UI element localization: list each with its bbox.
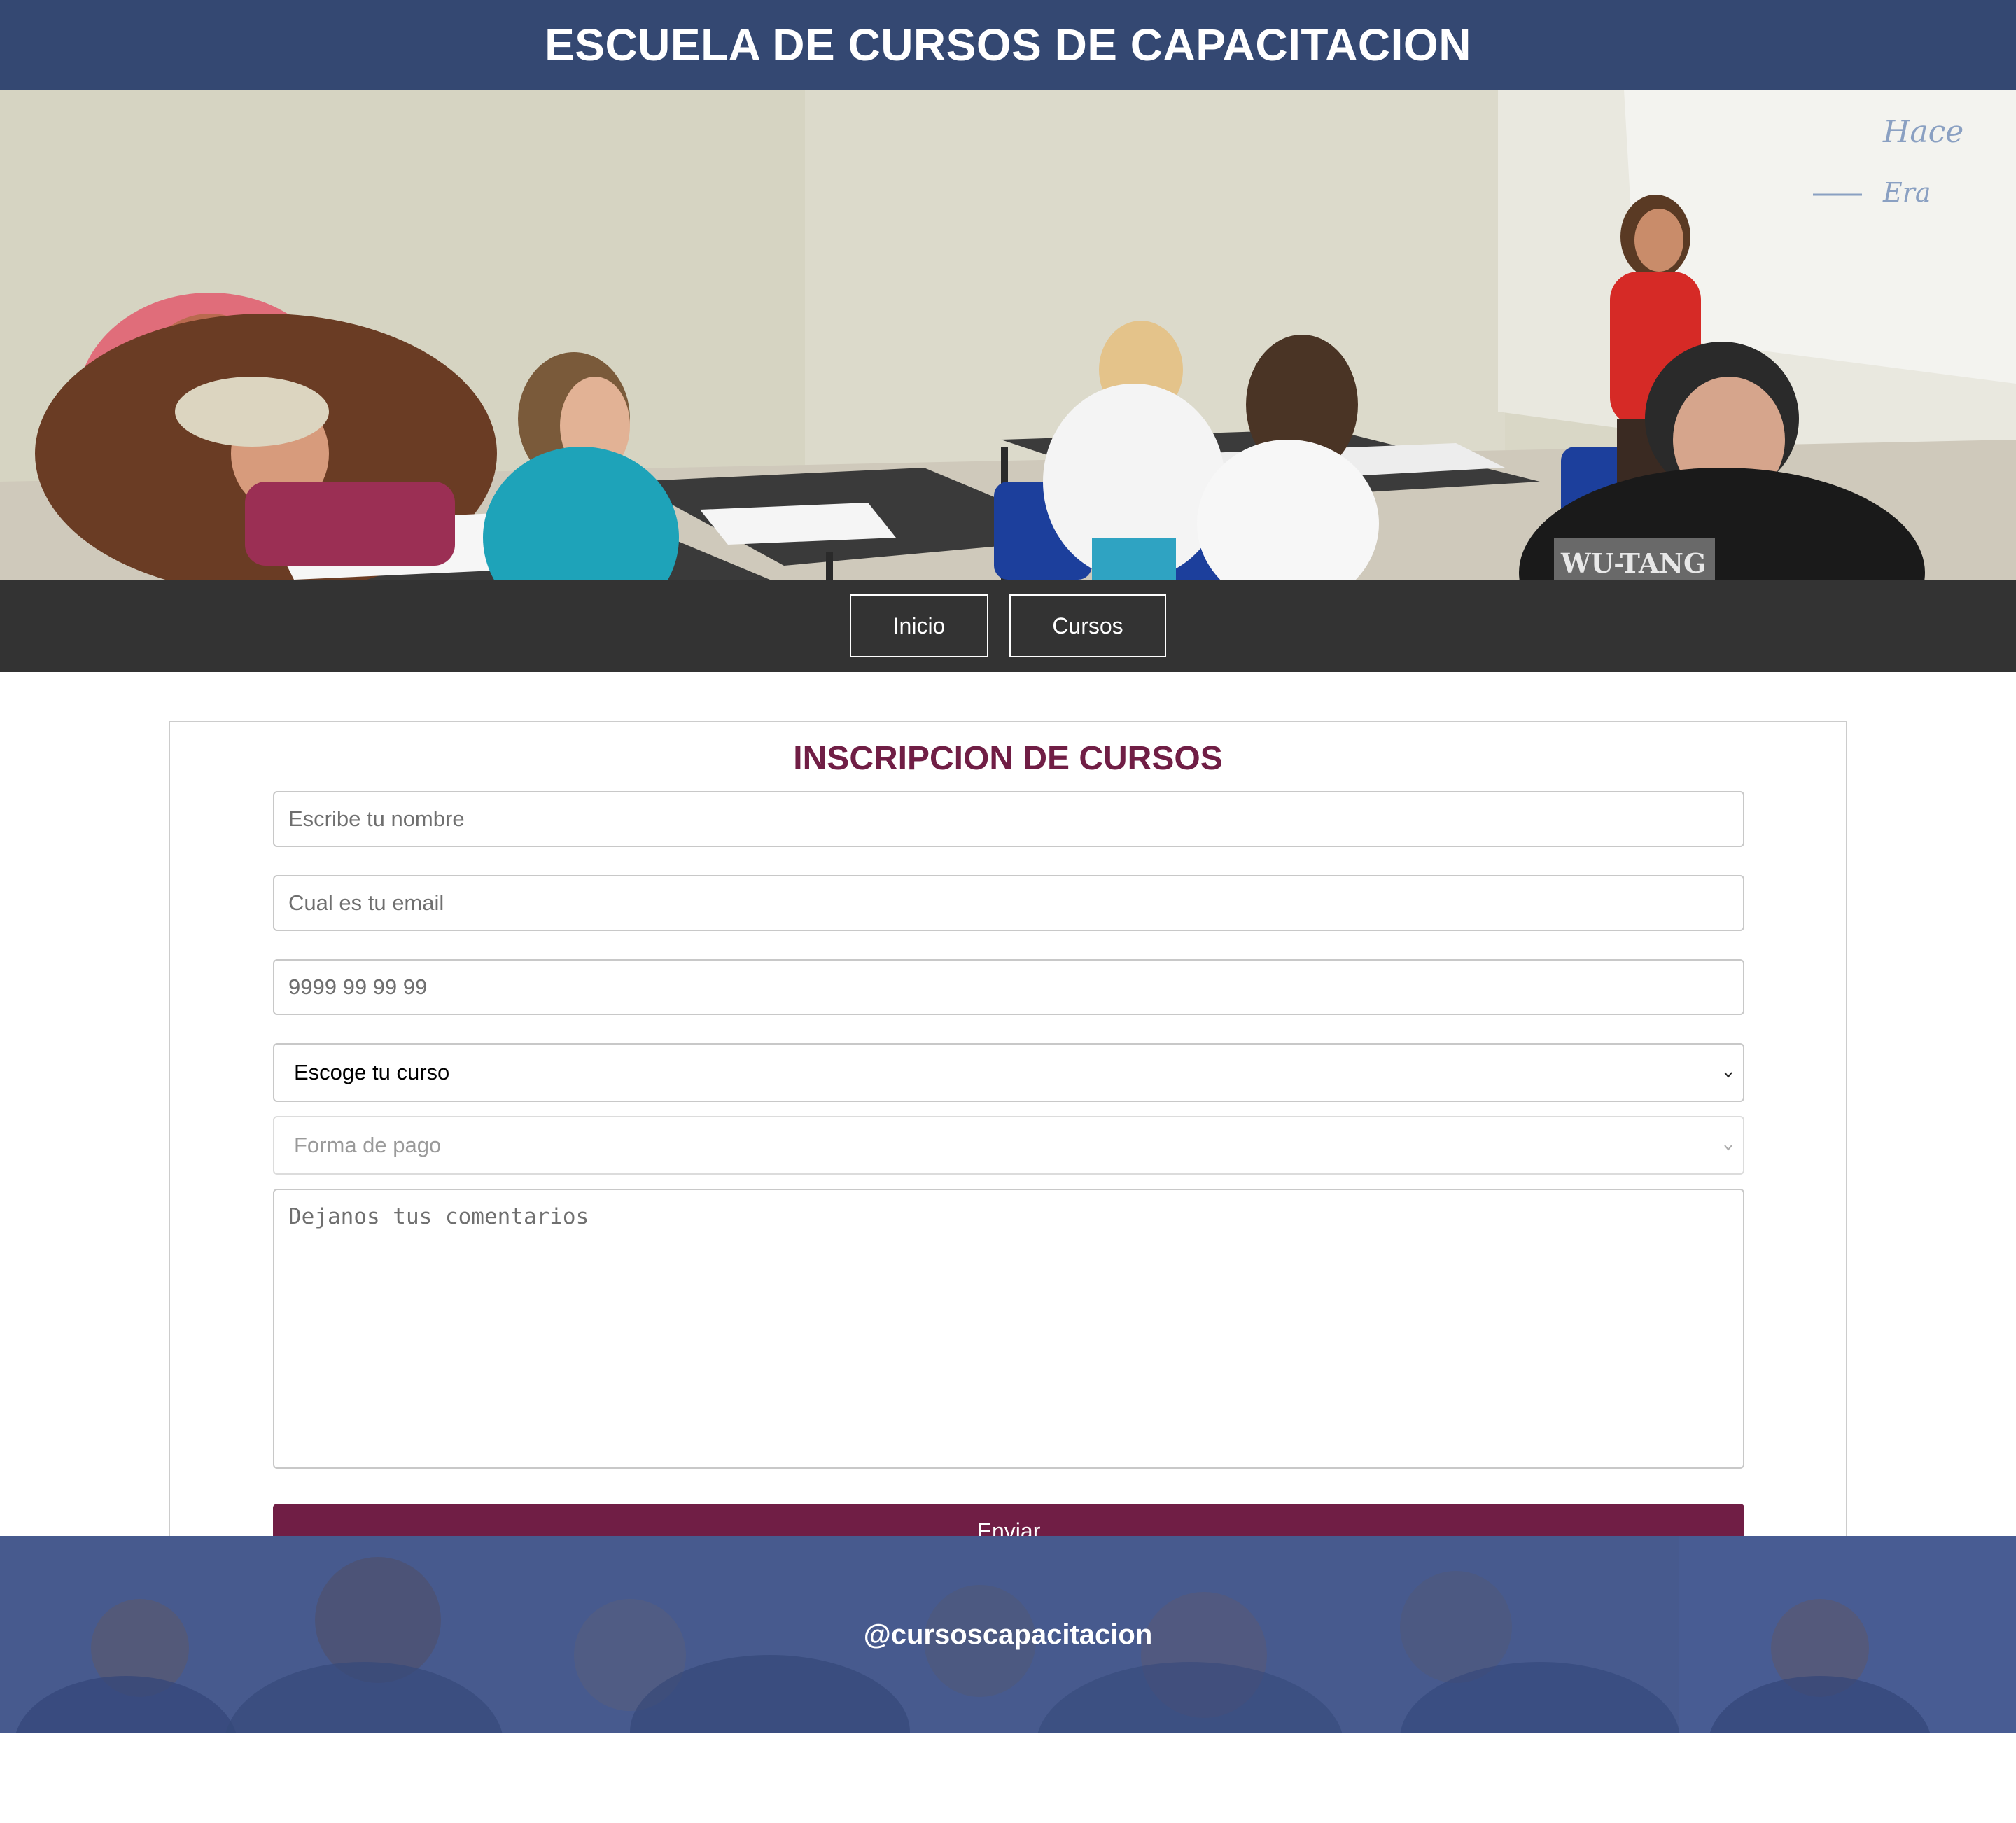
nav-link-inicio[interactable]: Inicio [850,594,988,657]
chevron-down-icon [1724,1072,1732,1078]
payment-select-value: Forma de pago [294,1133,442,1157]
chevron-down-icon [1724,1145,1732,1151]
site-footer: @cursoscapacitacion [0,1536,2016,1746]
nav-link-cursos[interactable]: Cursos [1009,594,1166,657]
whiteboard-word-1: Hace [1882,114,1963,150]
course-select[interactable]: Escoge tu curso [273,1043,1744,1102]
email-input[interactable] [273,875,1744,931]
course-select-value: Escoge tu curso [294,1060,450,1084]
payment-select[interactable]: Forma de pago [273,1116,1744,1175]
phone-input[interactable] [273,959,1744,1015]
main-content: INSCRIPCION DE CURSOS Escoge tu curso Fo… [0,672,2016,1578]
form-title: INSCRIPCION DE CURSOS [793,740,1223,777]
site-title: ESCUELA DE CURSOS DE CAPACITACION [545,20,1471,70]
name-input[interactable] [273,791,1744,847]
comments-textarea[interactable] [273,1189,1744,1469]
site-header: ESCUELA DE CURSOS DE CAPACITACION [0,0,2016,90]
whiteboard-word-2: Era [1882,177,1931,208]
shirt-text: WU-TANG [1560,547,1707,579]
social-handle[interactable]: @cursoscapacitacion [0,1536,2016,1733]
main-nav: Inicio Cursos [0,580,2016,672]
hero-image: Hace Era WU-TANG [0,90,2016,580]
classroom-photo: Hace Era WU-TANG [0,90,2016,580]
enrollment-form: INSCRIPCION DE CURSOS Escoge tu curso Fo… [169,721,1847,1578]
